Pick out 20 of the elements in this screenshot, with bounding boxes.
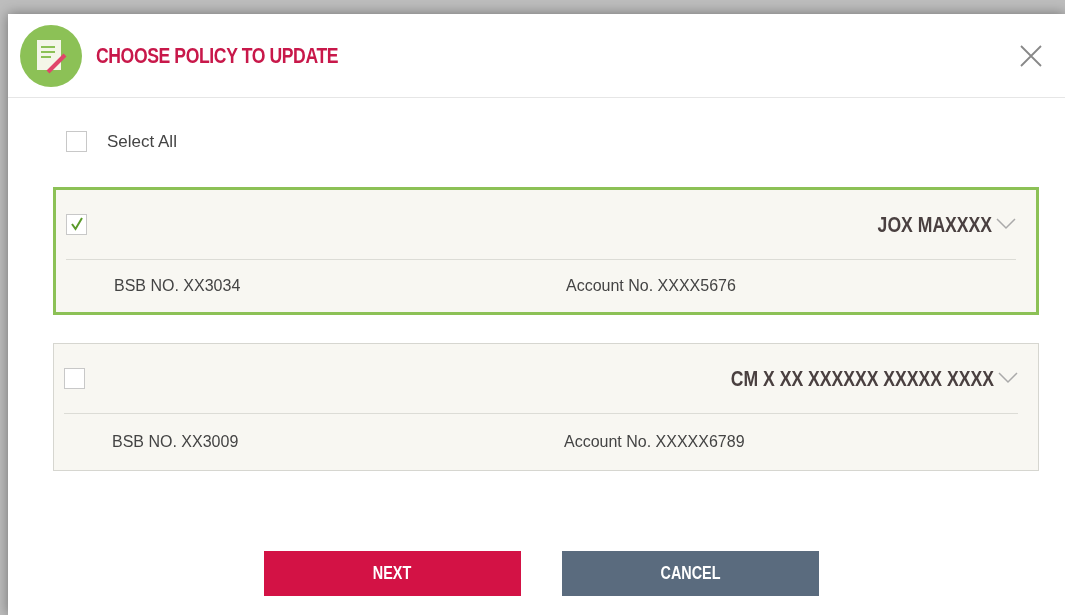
account-number: Account No. XXXX5676 [566,275,736,296]
bsb-number: BSB NO. XX3009 [112,431,240,452]
checkbox[interactable] [64,367,85,389]
document-pencil-icon [20,24,82,87]
policy-name: JOX MAXXXX [877,210,992,239]
policy-card[interactable]: JOX MAXXXX BSB NO. XX3034 Account No. XXXX5676 [53,186,1039,315]
chevron-down-icon[interactable] [996,218,1016,230]
select-all-label: Select All [107,131,177,153]
checkbox[interactable] [66,213,87,235]
checkmark-icon [69,217,84,231]
dialog-title: CHOOSE POLICY TO UPDATE [96,42,339,70]
policy-card[interactable]: CM X XX XXXXXX XXXXX XXXX BSB NO. XX3009 Account No. XXXXX6789 [53,342,1039,471]
checkbox[interactable] [66,131,87,153]
action-button[interactable]: NEXT [264,550,521,596]
account-number: Account No. XXXXX6789 [564,431,745,452]
chevron-down-icon[interactable] [998,372,1018,384]
close-icon [1019,43,1043,68]
action-button[interactable]: CANCEL [562,550,819,596]
policy-name: CM X XX XXXXXX XXXXX XXXX [730,364,994,393]
bsb-number: BSB NO. XX3034 [114,275,242,296]
